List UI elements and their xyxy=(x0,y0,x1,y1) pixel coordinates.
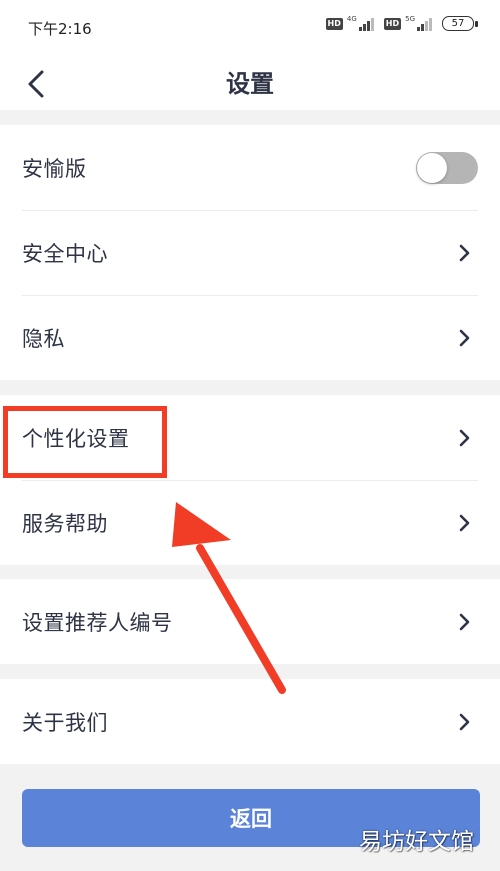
annotation-arrow-icon xyxy=(172,502,286,694)
watermark-text: 易坊好文馆 xyxy=(359,829,474,855)
